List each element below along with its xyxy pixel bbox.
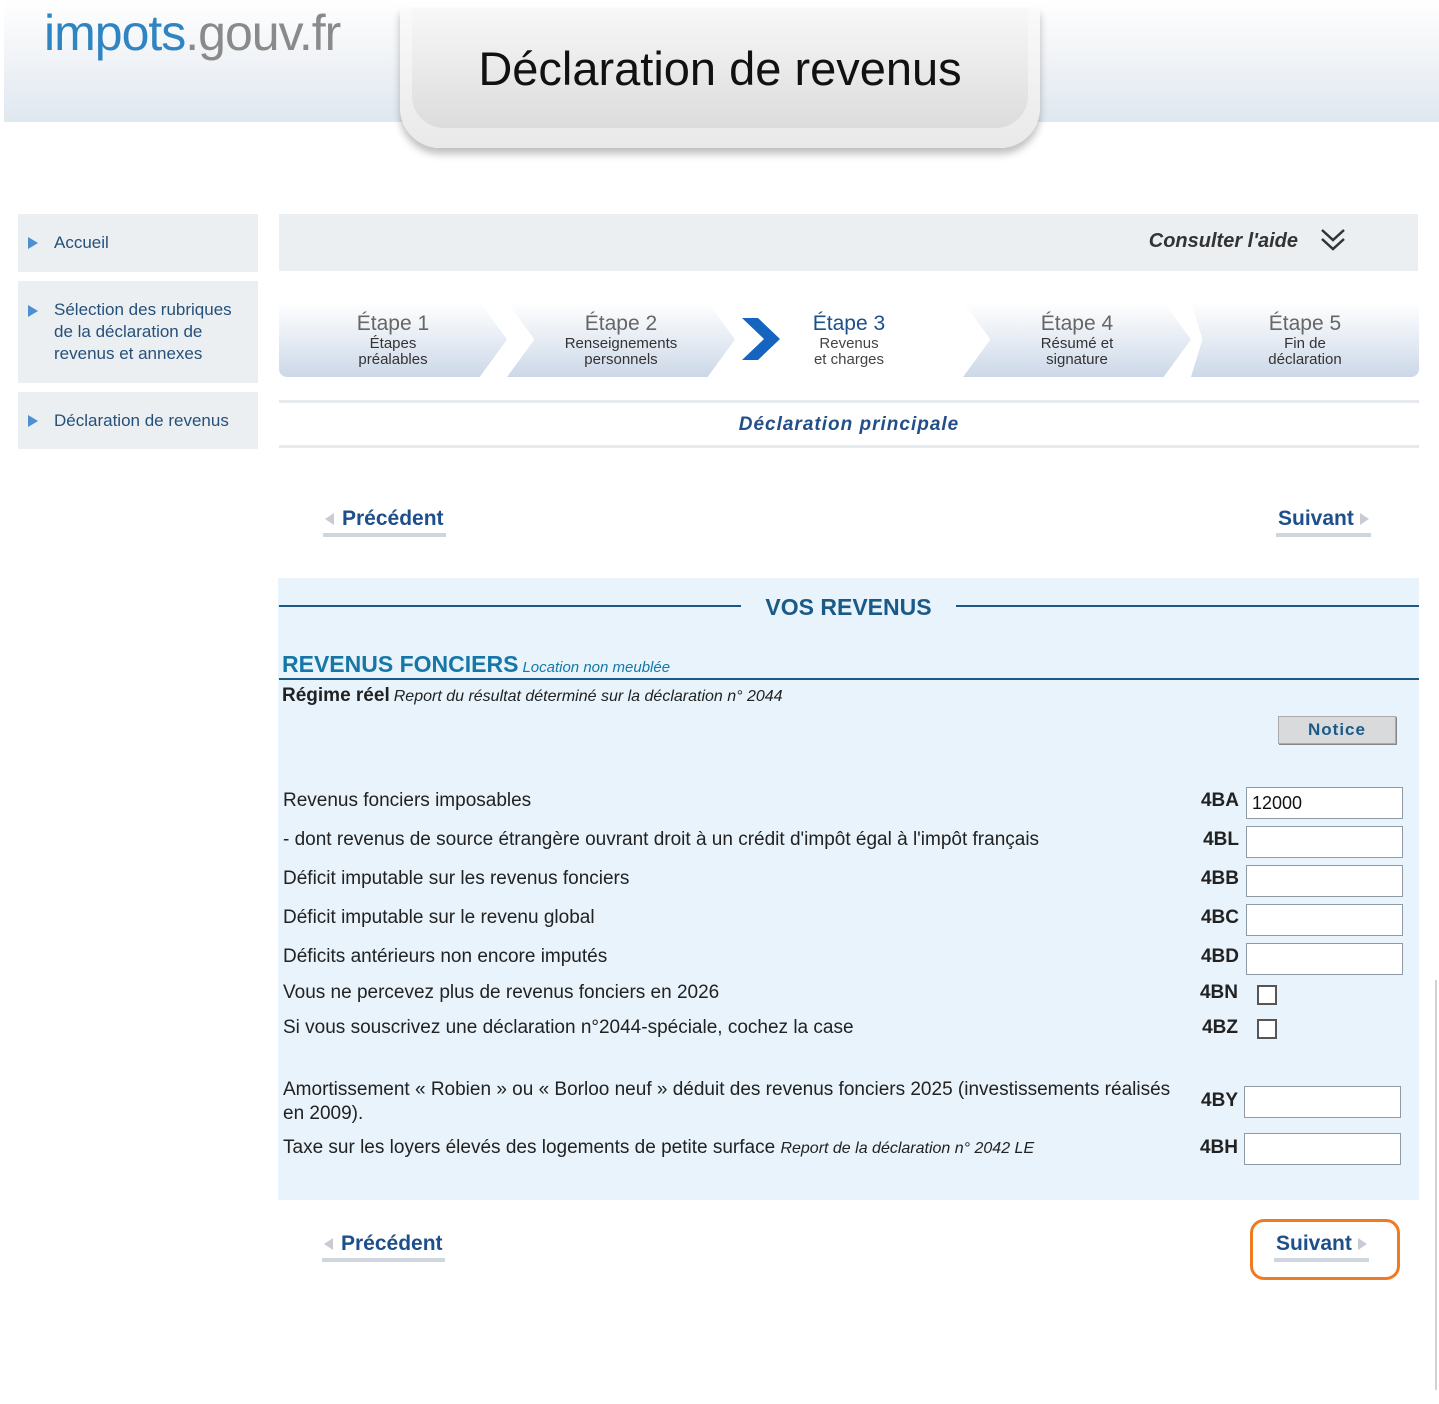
step-2: Étape 2 Renseignements personnels (507, 302, 735, 377)
sidebar-item-label: Accueil (54, 233, 109, 252)
help-link[interactable]: Consulter l'aide (1149, 230, 1298, 253)
next-button-top[interactable]: Suivant (1276, 507, 1371, 537)
field-4bb[interactable] (1246, 865, 1403, 897)
regime-title: Régime réel Report du résultat déterminé … (282, 685, 783, 706)
arrow-right-icon (28, 237, 38, 249)
scrollbar[interactable] (1435, 980, 1437, 1390)
field-4bl[interactable] (1246, 826, 1403, 858)
field-4bd[interactable] (1246, 943, 1403, 975)
notice-button[interactable]: Notice (1278, 716, 1396, 744)
previous-button-bottom[interactable]: Précédent (322, 1232, 445, 1262)
double-chevron-down-icon[interactable] (1318, 226, 1348, 256)
box-code-4bb: 4BB (1200, 868, 1239, 889)
subsection-title: REVENUS FONCIERS Location non meublée (282, 651, 671, 677)
row-label-4bb: Déficit imputable sur les revenus foncie… (283, 868, 630, 889)
step-1: Étape 1 Étapes préalables (279, 302, 507, 377)
sidebar-item-accueil[interactable]: Accueil (18, 214, 258, 272)
subsection-subtitle: Location non meublée (522, 659, 671, 676)
sidebar-item-declaration[interactable]: Déclaration de revenus (18, 392, 258, 449)
previous-button-top[interactable]: Précédent (323, 507, 446, 537)
arrow-left-icon (325, 513, 334, 525)
box-code-4ba: 4BA (1200, 790, 1239, 811)
checkbox-4bz[interactable] (1257, 1019, 1277, 1039)
row-label-4bd: Déficits antérieurs non encore imputés (283, 946, 608, 967)
declaration-label: Déclaration principale (279, 400, 1419, 448)
row-label-4bc: Déficit imputable sur le revenu global (283, 907, 595, 928)
row-label-4by: Amortissement « Robien » ou « Borloo neu… (283, 1079, 1171, 1124)
divider (279, 678, 1419, 680)
box-code-4bc: 4BC (1200, 907, 1239, 928)
sidebar-item-label: Sélection des rubriques de la déclaratio… (54, 300, 232, 363)
section-title: VOS REVENUS (765, 594, 932, 620)
step-progress: Étape 1 Étapes préalables Étape 2 Rensei… (279, 302, 1419, 377)
row-note-4bh: Report de la déclaration n° 2042 LE (780, 1140, 1035, 1157)
field-4bh[interactable] (1244, 1133, 1401, 1165)
row-label-4bn: Vous ne percevez plus de revenus foncier… (283, 982, 720, 1003)
box-code-4bz: 4BZ (1202, 1017, 1238, 1038)
row-label-4bz: Si vous souscrivez une déclaration n°204… (283, 1017, 854, 1038)
row-label-4bl: - dont revenus de source étrangère ouvra… (283, 829, 1040, 850)
step-5: Étape 5 Fin de déclaration (1191, 302, 1419, 377)
step-4: Étape 4 Résumé et signature (963, 302, 1191, 377)
next-button-highlight (1250, 1219, 1400, 1280)
regime-subtitle: Report du résultat déterminé sur la décl… (393, 688, 783, 705)
sidebar-item-label: Déclaration de revenus (54, 410, 229, 430)
field-4by[interactable] (1244, 1086, 1401, 1118)
box-code-4by: 4BY (1201, 1090, 1238, 1111)
arrow-right-icon (28, 305, 38, 317)
arrow-right-icon (28, 414, 38, 427)
box-code-4bn: 4BN (1199, 982, 1238, 1003)
current-step-chevron-icon (742, 318, 780, 360)
divider (279, 605, 741, 607)
page-title-tab: Déclaration de revenus (400, 8, 1040, 148)
divider (956, 605, 1419, 607)
box-code-4bh: 4BH (1199, 1137, 1238, 1158)
row-label-4ba: Revenus fonciers imposables (283, 790, 532, 811)
box-code-4bl: 4BL (1203, 829, 1239, 850)
site-logo[interactable]: impots.gouv.fr (44, 4, 341, 62)
box-code-4bd: 4BD (1200, 946, 1239, 967)
page-title: Déclaration de revenus (478, 41, 962, 95)
arrow-left-icon (324, 1238, 333, 1250)
arrow-right-icon (1359, 513, 1369, 525)
sidebar-item-selection-rubriques[interactable]: Sélection des rubriques de la déclaratio… (18, 281, 258, 383)
checkbox-4bn[interactable] (1257, 985, 1277, 1005)
help-bar: Consulter l'aide (279, 214, 1418, 271)
field-4bc[interactable] (1246, 904, 1403, 936)
row-label-4bh: Taxe sur les loyers élevés des logements… (283, 1137, 1035, 1158)
field-4ba[interactable] (1246, 787, 1403, 819)
